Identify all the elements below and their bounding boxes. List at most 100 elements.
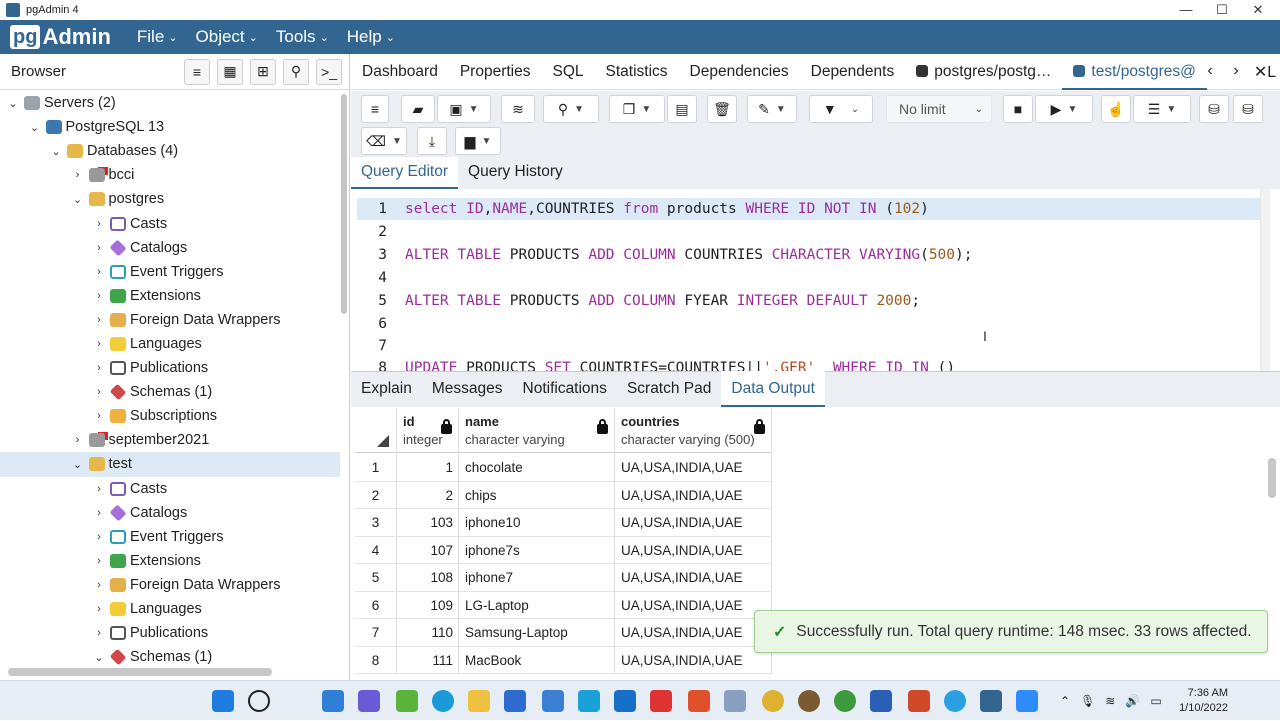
- chevron-right-icon[interactable]: ›: [1227, 62, 1245, 80]
- pgadmin-taskbar-icon[interactable]: [980, 690, 1002, 712]
- editor-line[interactable]: 6: [357, 313, 1260, 335]
- table-row[interactable]: 3 103 iphone10 UA,USA,INDIA,UAE: [355, 509, 772, 537]
- commit-button[interactable]: ⛁: [1199, 95, 1229, 123]
- tree-node[interactable]: › bcci: [0, 163, 340, 187]
- macros-button[interactable]: ☰ ▼: [1133, 95, 1191, 123]
- sql-editor[interactable]: 1 select ID,NAME,COUNTRIES from products …: [357, 189, 1270, 371]
- tab-messages[interactable]: Messages: [422, 371, 513, 407]
- teams-chat-icon[interactable]: [358, 690, 380, 712]
- menu-object[interactable]: Object ⌄: [196, 27, 258, 47]
- mcafee-icon[interactable]: [650, 690, 672, 712]
- tree-node[interactable]: › Foreign Data Wrappers: [0, 308, 340, 332]
- table-row[interactable]: 2 2 chips UA,USA,INDIA,UAE: [355, 481, 772, 509]
- chevron-down-icon[interactable]: ⌄: [6, 97, 20, 110]
- chevron-right-icon[interactable]: ›: [92, 218, 106, 230]
- chevron-right-icon[interactable]: ›: [92, 483, 106, 495]
- tree-node[interactable]: ⌄ postgres: [0, 187, 340, 211]
- table-row[interactable]: 1 1 chocolate UA,USA,INDIA,UAE: [355, 454, 772, 482]
- filter-button[interactable]: ▼ ⌄: [809, 95, 873, 123]
- column-header-countries[interactable]: countries character varying (500): [615, 408, 772, 453]
- editor-line[interactable]: 1 select ID,NAME,COUNTRIES from products …: [357, 198, 1260, 220]
- tab-4[interactable]: Dependencies: [679, 54, 800, 90]
- chevron-right-icon[interactable]: ›: [92, 603, 106, 615]
- chevron-right-icon[interactable]: ›: [92, 386, 106, 398]
- zoom-icon[interactable]: [1016, 690, 1038, 712]
- table-cell[interactable]: UA,USA,INDIA,UAE: [615, 619, 772, 647]
- table-cell[interactable]: iphone7s: [459, 536, 615, 564]
- tree-node[interactable]: › Subscriptions: [0, 404, 340, 428]
- tab-notifications[interactable]: Notifications: [513, 371, 617, 407]
- tree-node[interactable]: › september2021: [0, 428, 340, 452]
- tree-node[interactable]: ⌄ test: [0, 452, 340, 477]
- table-cell[interactable]: 1: [397, 454, 459, 482]
- app-icon-green[interactable]: [396, 690, 418, 712]
- windows-start-icon[interactable]: [212, 690, 234, 712]
- menu-help[interactable]: Help ⌄: [347, 27, 395, 47]
- table-cell[interactable]: UA,USA,INDIA,UAE: [615, 454, 772, 482]
- chevron-down-icon[interactable]: ⌄: [92, 651, 106, 664]
- execute-button[interactable]: ▶ ▼: [1035, 95, 1093, 123]
- object-explorer-button[interactable]: ≡: [184, 58, 210, 85]
- delete-button[interactable]: 🗑: [707, 95, 737, 123]
- view-data-button[interactable]: ⊞: [250, 58, 276, 85]
- table-row[interactable]: 5 108 iphone7 UA,USA,INDIA,UAE: [355, 564, 772, 592]
- edit-button[interactable]: ✎ ▼: [747, 95, 797, 123]
- tree-node[interactable]: › Languages: [0, 597, 340, 621]
- column-header-name[interactable]: name character varying: [459, 408, 615, 453]
- row-number[interactable]: 8: [355, 646, 397, 674]
- tab-scratch-pad[interactable]: Scratch Pad: [617, 371, 721, 407]
- editor-line[interactable]: 5 ALTER TABLE PRODUCTS ADD COLUMN FYEAR I…: [357, 290, 1260, 312]
- microphone-icon[interactable]: 🎙: [1080, 694, 1095, 708]
- table-cell[interactable]: iphone10: [459, 509, 615, 537]
- tree-node[interactable]: ⌄ Servers (2): [0, 91, 340, 115]
- table-cell[interactable]: 111: [397, 646, 459, 674]
- close-window-button[interactable]: ✕: [1240, 0, 1276, 20]
- chevron-right-icon[interactable]: ›: [71, 434, 85, 446]
- tree-node[interactable]: › Publications: [0, 356, 340, 380]
- tab-explain[interactable]: Explain: [351, 371, 422, 407]
- chrome-icon[interactable]: [762, 690, 784, 712]
- clear-button[interactable]: ⌫ ▼: [361, 127, 407, 155]
- rollback-button[interactable]: ⛁: [1233, 95, 1263, 123]
- app-brown-icon[interactable]: [798, 690, 820, 712]
- tab-6[interactable]: postgres/postg…: [905, 54, 1062, 90]
- search-icon[interactable]: [248, 690, 270, 712]
- chevron-up-icon[interactable]: ⌃: [1060, 694, 1070, 708]
- chevron-right-icon[interactable]: ›: [92, 579, 106, 591]
- chevron-right-icon[interactable]: ›: [92, 242, 106, 254]
- table-row[interactable]: 6 109 LG-Laptop UA,USA,INDIA,UAE: [355, 591, 772, 619]
- chevron-down-icon[interactable]: ⌄: [71, 458, 85, 471]
- table-cell[interactable]: LG-Laptop: [459, 591, 615, 619]
- tree-node[interactable]: › Catalogs: [0, 236, 340, 260]
- table-cell[interactable]: 107: [397, 536, 459, 564]
- row-number[interactable]: 1: [355, 454, 397, 482]
- open-file-button[interactable]: ▰: [401, 95, 435, 123]
- tree-node[interactable]: ⌄ Databases (4): [0, 139, 340, 163]
- tree-node[interactable]: › Casts: [0, 211, 340, 235]
- explain-button[interactable]: ☝: [1101, 95, 1131, 123]
- table-cell[interactable]: UA,USA,INDIA,UAE: [615, 481, 772, 509]
- menu-tools[interactable]: Tools ⌄: [276, 27, 329, 47]
- graph-button[interactable]: ▆ ▼: [455, 127, 501, 155]
- chevron-right-icon[interactable]: ›: [92, 266, 106, 278]
- file-explorer-icon[interactable]: [468, 690, 490, 712]
- row-number[interactable]: 5: [355, 564, 397, 592]
- row-number[interactable]: 3: [355, 509, 397, 537]
- tree-node[interactable]: › Event Triggers: [0, 525, 340, 549]
- table-cell[interactable]: 2: [397, 481, 459, 509]
- column-header-id[interactable]: id integer: [397, 408, 459, 453]
- table-cell[interactable]: chips: [459, 481, 615, 509]
- tab-query-history[interactable]: Query History: [458, 157, 573, 189]
- row-number-header[interactable]: [355, 408, 397, 453]
- success-notification[interactable]: ✓ Successfully run. Total query runtime:…: [754, 610, 1268, 653]
- table-row[interactable]: 4 107 iphone7s UA,USA,INDIA,UAE: [355, 536, 772, 564]
- chevron-down-icon[interactable]: ⌄: [71, 193, 85, 206]
- tree-node[interactable]: › Catalogs: [0, 501, 340, 525]
- app-green-round-icon[interactable]: [834, 690, 856, 712]
- chevron-left-icon[interactable]: ‹: [1201, 62, 1219, 80]
- tree-node[interactable]: › Languages: [0, 332, 340, 356]
- word-icon[interactable]: [870, 690, 892, 712]
- tab-5[interactable]: Dependents: [800, 54, 906, 90]
- table-cell[interactable]: UA,USA,INDIA,UAE: [615, 509, 772, 537]
- tab-7[interactable]: test/postgres@: [1062, 54, 1207, 90]
